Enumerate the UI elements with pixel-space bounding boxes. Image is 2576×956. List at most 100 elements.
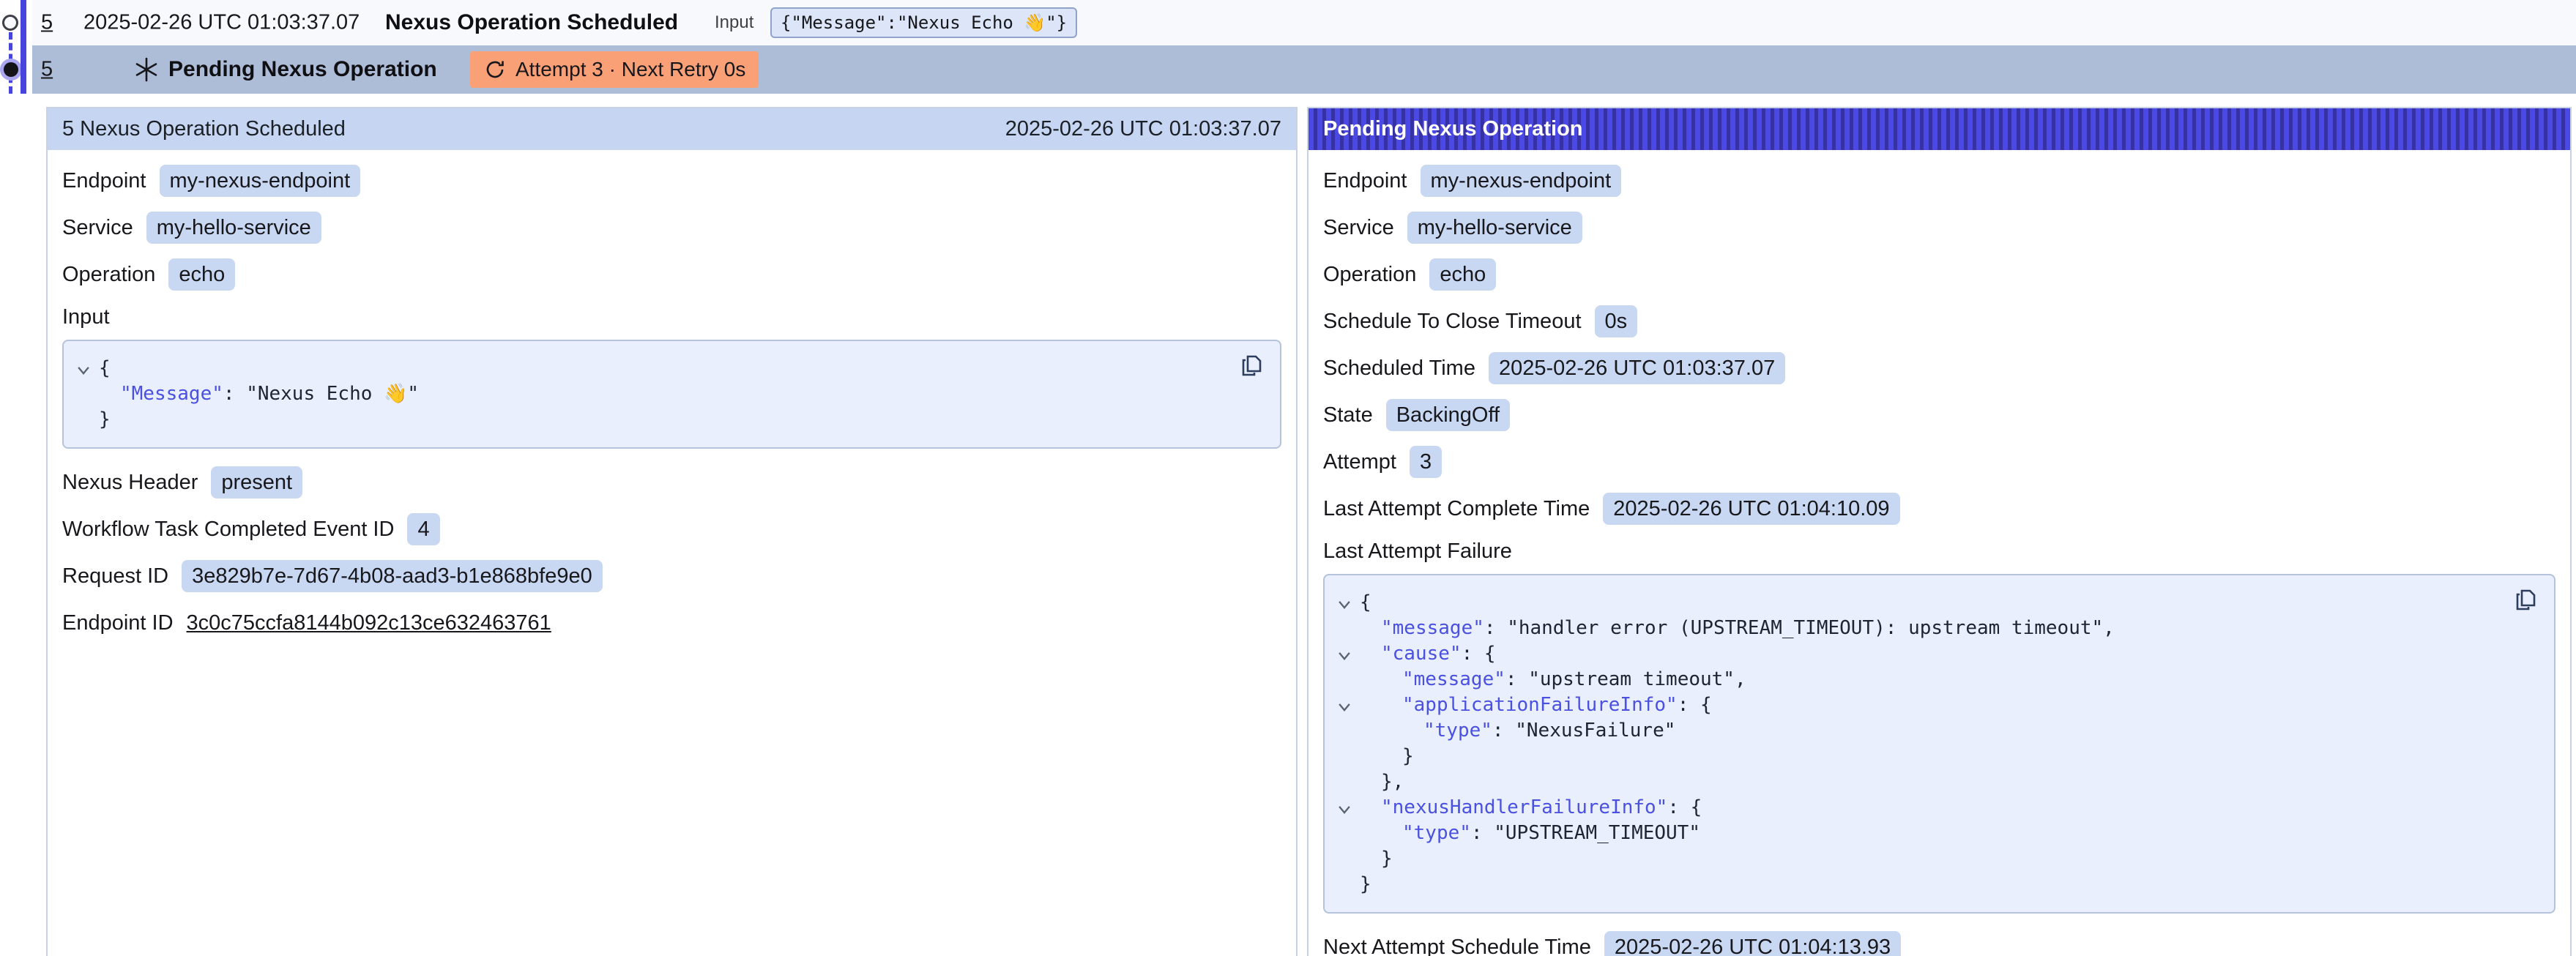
last-attempt-failure-label: Last Attempt Failure	[1323, 539, 2555, 564]
field-row-schedule-to-close-timeout: Schedule To Close Timeout 0s	[1323, 305, 2555, 337]
field-label: Endpoint	[1323, 169, 1407, 193]
field-row-endpoint-id: Endpoint ID 3c0c75ccfa8144b092c13ce63246…	[62, 607, 1281, 639]
json-key: "Message"	[120, 383, 223, 405]
json-line: "type": "UPSTREAM_TIMEOUT"	[1336, 821, 2495, 846]
field-value-badge: 2025-02-26 UTC 01:04:13.93	[1604, 931, 1901, 956]
event-input-preview-badge[interactable]: {"Message":"Nexus Echo 👋"}	[770, 7, 1077, 38]
field-row-last-attempt-complete-time: Last Attempt Complete Time 2025-02-26 UT…	[1323, 493, 2555, 525]
json-line: }	[75, 407, 1221, 433]
json-key: "message"	[1402, 668, 1505, 690]
field-row-operation: Operation echo	[1323, 258, 2555, 291]
field-value-badge: 0s	[1595, 305, 1638, 337]
json-key: "nexusHandlerFailureInfo"	[1381, 796, 1667, 818]
field-label: Service	[62, 216, 133, 240]
chevron-down-icon[interactable]	[1336, 699, 1352, 715]
field-value-badge: my-nexus-endpoint	[1421, 165, 1622, 197]
field-row-state: State BackingOff	[1323, 399, 2555, 431]
json-key: "type"	[1402, 822, 1471, 844]
field-value-badge: echo	[1429, 258, 1496, 291]
field-value-badge: my-hello-service	[1407, 212, 1582, 244]
chevron-down-icon[interactable]	[1336, 802, 1352, 818]
timeline-pending-marker-icon[interactable]	[4, 62, 18, 77]
field-row-service: Service my-hello-service	[62, 212, 1281, 244]
json-text: }	[99, 408, 111, 430]
field-row-attempt: Attempt 3	[1323, 446, 2555, 478]
event-title: Nexus Operation Scheduled	[385, 10, 678, 35]
status-badge: BackingOff	[1386, 399, 1510, 431]
field-row-endpoint: Endpoint my-nexus-endpoint	[1323, 165, 2555, 197]
chevron-down-icon[interactable]	[75, 362, 92, 378]
field-label: Last Attempt Complete Time	[1323, 497, 1590, 521]
json-line: "type": "NexusFailure"	[1336, 718, 2495, 744]
event-input-label: Input	[715, 12, 753, 33]
field-label: Endpoint ID	[62, 611, 174, 635]
field-row-request-id: Request ID 3e829b7e-7d67-4b08-aad3-b1e86…	[62, 560, 1281, 592]
input-section-label: Input	[62, 305, 1281, 329]
field-label: Schedule To Close Timeout	[1323, 310, 1582, 334]
json-line: },	[1336, 769, 2495, 795]
event-detail-header-title: 5 Nexus Operation Scheduled	[62, 117, 346, 141]
json-text: }	[1381, 848, 1393, 870]
json-text: : "NexusFailure"	[1492, 720, 1675, 742]
pending-event-id-link[interactable]: 5	[41, 58, 53, 82]
event-detail-header-time: 2025-02-26 UTC 01:03:37.07	[1005, 117, 1281, 141]
field-label: State	[1323, 403, 1373, 427]
json-line: {	[75, 356, 1221, 381]
json-text: : {	[1678, 694, 1712, 716]
field-row-service: Service my-hello-service	[1323, 212, 2555, 244]
json-line: "message": "upstream timeout",	[1336, 667, 2495, 692]
pending-operation-header: Pending Nexus Operation	[1309, 108, 2570, 150]
copy-icon[interactable]	[1236, 351, 1267, 382]
endpoint-id-link[interactable]: 3c0c75ccfa8144b092c13ce632463761	[187, 611, 551, 635]
field-label: Attempt	[1323, 450, 1396, 474]
field-label: Next Attempt Schedule Time	[1323, 936, 1591, 956]
pending-operation-header-title: Pending Nexus Operation	[1323, 117, 1583, 141]
json-text: : "Nexus Echo 👋"	[223, 383, 419, 405]
field-value-badge: echo	[168, 258, 235, 291]
event-row-nexus-operation-scheduled[interactable]: 5 2025-02-26 UTC 01:03:37.07 Nexus Opera…	[32, 0, 2576, 45]
event-detail-body: Endpoint my-nexus-endpoint Service my-he…	[48, 150, 1296, 668]
pending-operation-panel: Pending Nexus Operation Endpoint my-nexu…	[1307, 107, 2572, 956]
json-text: }	[1360, 873, 1371, 895]
field-value-badge: present	[211, 466, 302, 498]
json-line: }	[1336, 872, 2495, 897]
field-row-operation: Operation echo	[62, 258, 1281, 291]
field-value-badge: 4	[407, 513, 439, 545]
field-label: Scheduled Time	[1323, 356, 1475, 381]
retry-status-badge[interactable]: Attempt 3 · Next Retry 0s	[470, 51, 759, 88]
json-text: {	[99, 357, 111, 379]
json-line: {	[1336, 590, 2495, 616]
json-text: : "UPSTREAM_TIMEOUT"	[1471, 822, 1700, 844]
chevron-down-icon[interactable]	[1336, 648, 1352, 664]
pending-title: Pending Nexus Operation	[168, 57, 437, 82]
json-line: "Message": "Nexus Echo 👋"	[75, 381, 1221, 407]
json-line: }	[1336, 846, 2495, 872]
selected-group-accent-bar	[21, 0, 26, 94]
pending-nexus-operation-row[interactable]: 5 Pending Nexus Operation Attempt 3 · Ne…	[32, 45, 2576, 94]
chevron-down-icon[interactable]	[1336, 597, 1352, 613]
event-id-link[interactable]: 5	[41, 11, 53, 35]
failure-json-viewer: {"message": "handler error (UPSTREAM_TIM…	[1323, 574, 2555, 914]
field-value-badge: 3	[1410, 446, 1442, 478]
field-value-badge: my-hello-service	[146, 212, 321, 244]
field-row-scheduled-time: Scheduled Time 2025-02-26 UTC 01:03:37.0…	[1323, 352, 2555, 384]
field-label: Service	[1323, 216, 1394, 240]
copy-icon[interactable]	[2510, 586, 2541, 616]
json-key: "cause"	[1381, 643, 1462, 665]
field-label: Operation	[1323, 263, 1416, 287]
json-line: "message": "handler error (UPSTREAM_TIME…	[1336, 616, 2495, 641]
json-text: : "handler error (UPSTREAM_TIMEOUT): ups…	[1484, 617, 2115, 639]
json-text: : "upstream timeout",	[1505, 668, 1746, 690]
event-detail-header: 5 Nexus Operation Scheduled 2025-02-26 U…	[48, 108, 1296, 150]
json-text: },	[1381, 771, 1404, 793]
field-row-endpoint: Endpoint my-nexus-endpoint	[62, 165, 1281, 197]
field-value-badge: 2025-02-26 UTC 01:04:10.09	[1603, 493, 1899, 525]
retry-badge-text: Attempt 3 · Next Retry 0s	[515, 58, 745, 81]
json-text: : {	[1667, 796, 1702, 818]
field-row-next-attempt-schedule-time: Next Attempt Schedule Time 2025-02-26 UT…	[1323, 931, 2555, 956]
temporal-event-history-screen: 5 2025-02-26 UTC 01:03:37.07 Nexus Opera…	[0, 0, 2576, 956]
json-line: "applicationFailureInfo": {	[1336, 692, 2495, 718]
field-label: Operation	[62, 263, 155, 287]
field-label: Request ID	[62, 564, 168, 589]
timeline-event-marker-icon[interactable]	[2, 15, 18, 31]
